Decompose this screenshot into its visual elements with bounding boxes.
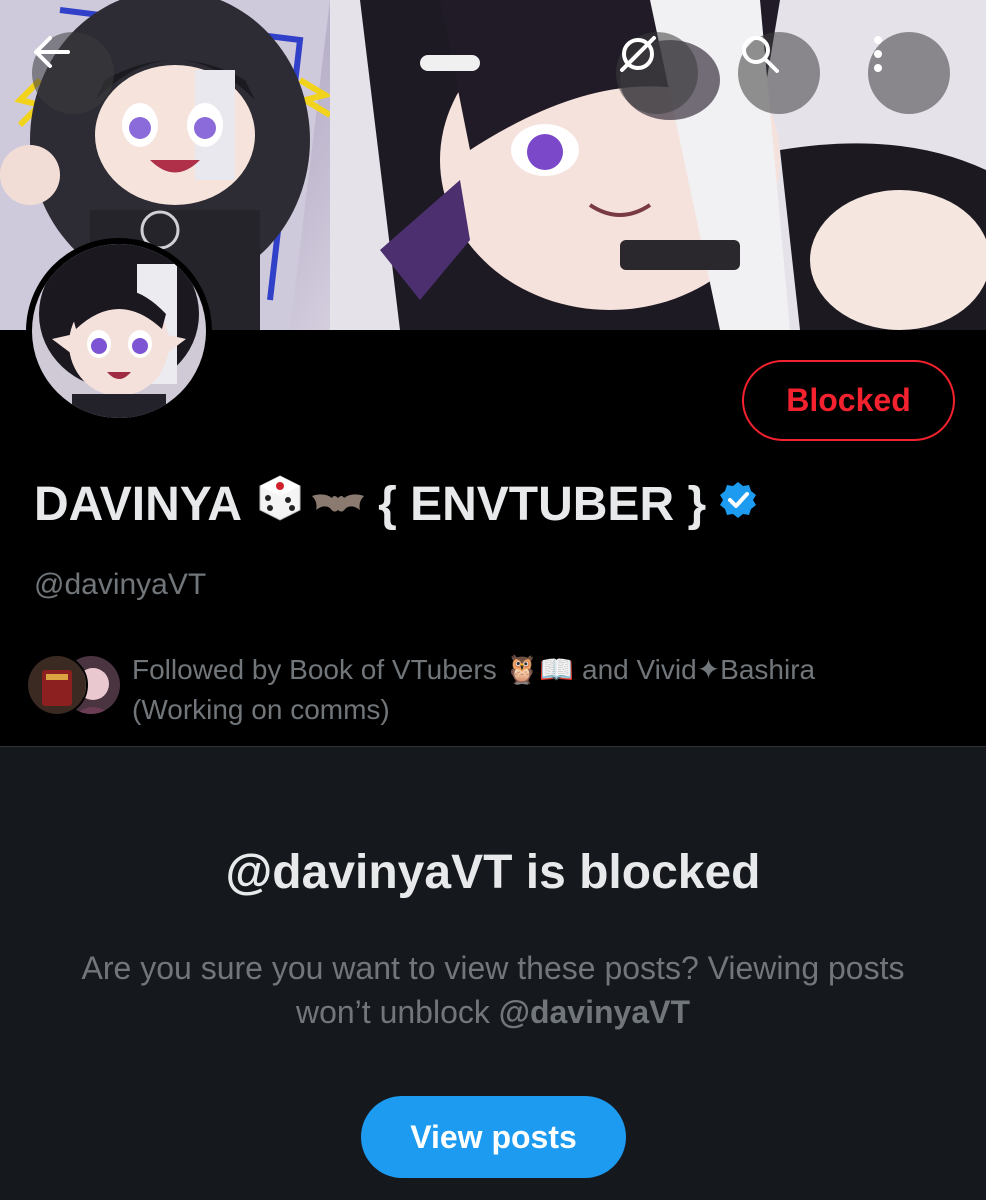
sparkle-icon: ✦ bbox=[696, 654, 721, 685]
profile-avatar[interactable] bbox=[26, 238, 212, 424]
arrow-left-icon bbox=[34, 36, 70, 68]
display-name-prefix: DAVINYA bbox=[34, 477, 243, 531]
verified-badge-icon bbox=[718, 477, 758, 532]
followed-by-text-b: and Vivid bbox=[582, 654, 697, 685]
followed-by-text: Followed by Book of VTubers 🦉📖 and Vivid… bbox=[132, 650, 952, 730]
followed-by-text-line2: (Working on comms) bbox=[132, 694, 390, 725]
bat-icon bbox=[312, 477, 365, 532]
avatar-image bbox=[32, 244, 206, 418]
circle-slash-icon bbox=[620, 36, 656, 72]
display-name: DAVINYA { ENVTUBER } bbox=[34, 474, 762, 534]
display-name-suffix: { ENVTUBER } bbox=[378, 477, 707, 531]
follower-avatar bbox=[26, 654, 88, 716]
followed-by-text-c: Bashira bbox=[720, 654, 816, 685]
followed-by-text-a: Followed by Book of VTubers bbox=[132, 654, 497, 685]
view-posts-button[interactable]: View posts bbox=[361, 1096, 626, 1178]
blocked-button[interactable]: Blocked bbox=[742, 360, 955, 441]
blocked-notice-body-handle: @davinyaVT bbox=[498, 994, 691, 1030]
dice-icon bbox=[256, 474, 304, 534]
followed-by[interactable]: Followed by Book of VTubers 🦉📖 and Vivid… bbox=[26, 650, 966, 730]
follower-avatars bbox=[26, 654, 122, 718]
blocked-notice-body: Are you sure you want to view these post… bbox=[80, 946, 906, 1034]
search-button[interactable] bbox=[738, 32, 820, 114]
book-icon: 📖 bbox=[539, 654, 575, 685]
search-icon bbox=[742, 36, 779, 73]
blocked-notice-body-text: Are you sure you want to view these post… bbox=[81, 950, 905, 1030]
more-button[interactable] bbox=[868, 32, 950, 114]
more-vertical-icon bbox=[874, 36, 882, 72]
profile-handle: @davinyaVT bbox=[34, 568, 207, 601]
owl-icon: 🦉 bbox=[504, 654, 540, 685]
back-button[interactable] bbox=[32, 32, 114, 114]
grok-button[interactable] bbox=[616, 32, 698, 114]
blocked-notice-title: @davinyaVT is blocked bbox=[225, 846, 761, 899]
